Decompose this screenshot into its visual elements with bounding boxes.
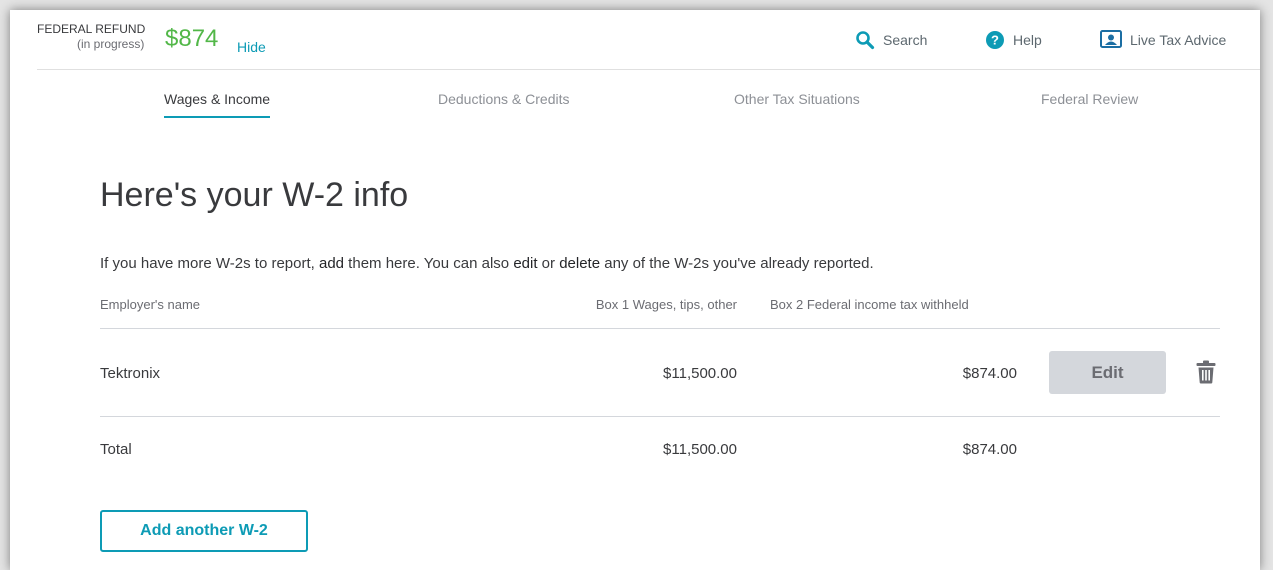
intro-add: add	[318, 255, 345, 272]
tab-federal-review[interactable]: Federal Review	[1041, 91, 1138, 107]
intro-part1: If you have more W-2s to report,	[100, 255, 319, 272]
svg-text:?: ?	[991, 33, 999, 48]
refund-amount: $874	[165, 25, 219, 52]
intro-part4: any of the W-2s you've already reported.	[600, 255, 874, 272]
tab-other-tax-situations[interactable]: Other Tax Situations	[734, 91, 860, 107]
add-another-w2-button[interactable]: Add another W-2	[100, 510, 308, 552]
trash-icon[interactable]	[1196, 360, 1216, 389]
header-divider	[37, 69, 1260, 70]
refund-label: FEDERAL REFUND (in progress)	[37, 22, 155, 52]
intro-delete: delete	[559, 255, 601, 272]
refund-label-status: (in progress)	[77, 37, 145, 51]
total-label: Total	[100, 441, 132, 458]
search-icon	[855, 30, 875, 50]
table-divider	[100, 328, 1220, 329]
tab-deductions-credits[interactable]: Deductions & Credits	[438, 91, 570, 107]
help-icon: ?	[985, 30, 1005, 50]
hide-refund-link[interactable]: Hide	[237, 39, 266, 55]
live-tax-advice-link[interactable]: Live Tax Advice	[1100, 30, 1226, 50]
help-link[interactable]: ? Help	[985, 30, 1042, 50]
tab-wages-income[interactable]: Wages & Income	[164, 91, 271, 118]
intro-text: If you have more W-2s to report, add the…	[100, 255, 874, 272]
intro-edit: edit	[513, 255, 538, 272]
box2-withheld-value: $874.00	[962, 365, 1017, 382]
app-window: FEDERAL REFUND (in progress) $874 Hide S…	[10, 10, 1260, 570]
employer-name: Tektronix	[100, 365, 161, 382]
search-link[interactable]: Search	[855, 30, 927, 50]
help-label: Help	[1013, 32, 1042, 48]
intro-part2: them here. You can also	[344, 255, 514, 272]
total-box1-value: $11,500.00	[663, 441, 737, 458]
page-title: Here's your W-2 info	[100, 176, 409, 214]
header-employer-name: Employer's name	[100, 297, 201, 312]
top-bar: FEDERAL REFUND (in progress) $874 Hide S…	[10, 10, 1260, 70]
total-box2-value: $874.00	[962, 441, 1017, 458]
live-tax-advice-label: Live Tax Advice	[1130, 32, 1227, 48]
edit-w2-button[interactable]: Edit	[1049, 351, 1166, 394]
header-box2-withheld: Box 2 Federal income tax withheld	[770, 297, 969, 312]
box1-wages-value: $11,500.00	[663, 365, 737, 382]
header-box1-wages: Box 1 Wages, tips, other	[595, 297, 737, 312]
table-divider	[100, 416, 1220, 417]
live-advisor-icon	[1100, 30, 1122, 50]
refund-label-title: FEDERAL REFUND	[37, 22, 146, 36]
search-label: Search	[883, 32, 928, 48]
intro-part3: or	[537, 255, 560, 272]
